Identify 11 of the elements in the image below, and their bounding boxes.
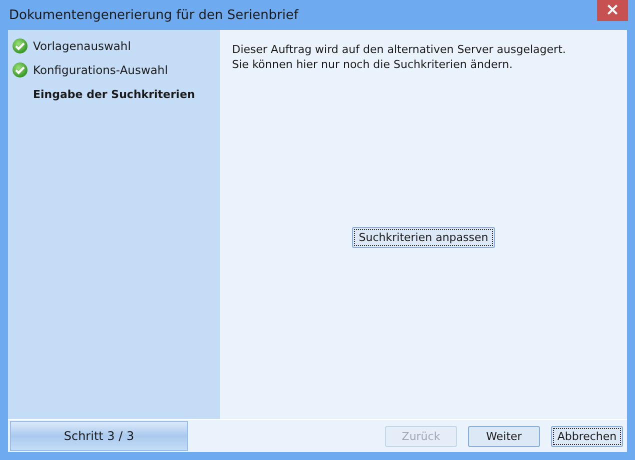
dialog-button[interactable]: Weiter — [468, 426, 540, 446]
step-indicator: Schritt 3 / 3 — [10, 421, 188, 451]
adjust-criteria-button[interactable]: Suchkriterien anpassen — [352, 227, 496, 248]
window-title: Dokumentengenerierung für den Serienbrief — [8, 8, 298, 22]
dialog-button[interactable]: Abbrechen — [551, 426, 623, 446]
step-label: Vorlagenauswahl — [33, 39, 131, 53]
step-label: Konfigurations-Auswahl — [33, 63, 168, 77]
close-button[interactable]: × — [597, 0, 628, 21]
message-text: Dieser Auftrag wird auf den alternativen Server ausgelagert. — [232, 42, 567, 57]
step-label: Eingabe der Suchkriterien — [33, 88, 195, 100]
message-text: Sie können hier nur noch die Suchkriterien ändern. — [232, 57, 514, 72]
